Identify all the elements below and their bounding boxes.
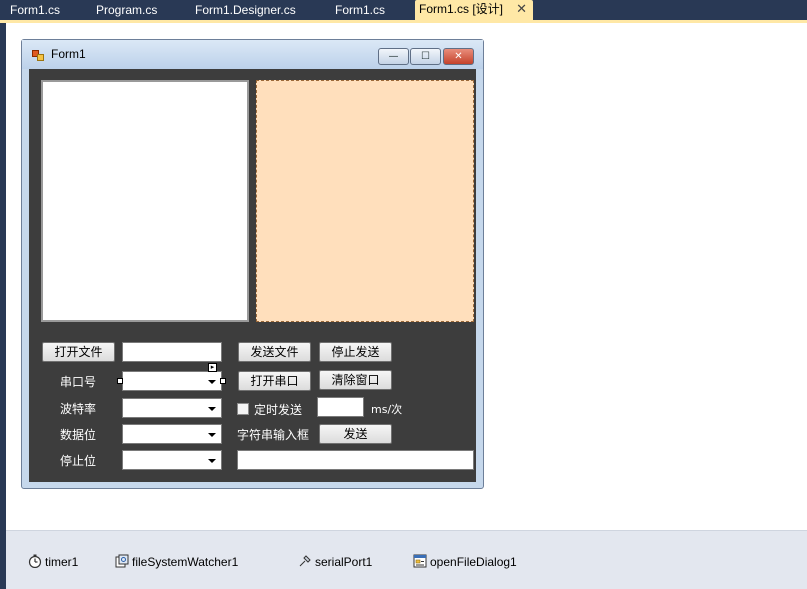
tray-item-serialport[interactable]: serialPort1 xyxy=(298,555,372,571)
openfiledialog-icon xyxy=(413,554,427,568)
tray-item-timer[interactable]: timer1 xyxy=(28,554,79,571)
minimize-button[interactable]: — xyxy=(378,48,409,65)
tray-item-label: openFileDialog1 xyxy=(430,555,517,569)
string-input-label: 字符串输入框 xyxy=(237,428,310,442)
tray-item-openfiledialog[interactable]: openFileDialog1 xyxy=(413,554,517,571)
tray-item-filesystemwatcher[interactable]: fileSystemWatcher1 xyxy=(115,554,239,571)
tab-form1-cs[interactable]: Form1.cs xyxy=(10,1,60,20)
tab-form1-cs-2[interactable]: Form1.cs xyxy=(335,1,385,20)
port-combobox[interactable] xyxy=(122,371,222,391)
selection-handle-left[interactable] xyxy=(117,378,123,384)
close-button[interactable]: ✕ xyxy=(443,48,474,65)
open-port-button[interactable]: 打开串口 xyxy=(238,371,311,391)
form-window[interactable]: Form1 — ☐ ✕ 打开文件 发送文件 停止发送 串口号 ▸ 打开串口 清除… xyxy=(21,39,484,489)
stop-bits-label: 停止位 xyxy=(60,454,97,468)
port-label: 串口号 xyxy=(60,375,97,389)
tab-form1-cs-design-label: Form1.cs [设计] xyxy=(419,2,504,16)
tab-form1-cs-design[interactable]: Form1.cs [设计] ✕ xyxy=(415,0,533,20)
timed-send-label: 定时发送 xyxy=(254,403,303,417)
clear-window-button[interactable]: 清除窗口 xyxy=(319,370,392,390)
chevron-down-icon xyxy=(208,433,216,437)
baud-label: 波特率 xyxy=(60,402,97,416)
component-tray: timer1 fileSystemWatcher1 serialPort1 op… xyxy=(6,530,807,589)
chevron-down-icon xyxy=(208,459,216,463)
form-client-area: 打开文件 发送文件 停止发送 串口号 ▸ 打开串口 清除窗口 波特率 定时发送 … xyxy=(29,69,476,482)
filesystemwatcher-icon xyxy=(115,554,129,568)
timed-send-checkbox[interactable] xyxy=(237,403,249,415)
stop-bits-combobox[interactable] xyxy=(122,450,222,470)
document-tab-strip: Form1.cs Program.cs Form1.Designer.cs Fo… xyxy=(0,0,807,20)
stop-send-button[interactable]: 停止发送 xyxy=(319,342,392,362)
timer-icon xyxy=(28,554,42,568)
tab-program-cs[interactable]: Program.cs xyxy=(96,1,157,20)
tab-form1-designer-cs[interactable]: Form1.Designer.cs xyxy=(195,1,296,20)
form-titlebar[interactable]: Form1 — ☐ ✕ xyxy=(22,40,483,69)
display-panel[interactable] xyxy=(256,80,474,322)
serialport-icon xyxy=(299,555,311,567)
send-file-button[interactable]: 发送文件 xyxy=(238,342,311,362)
string-input-textbox[interactable] xyxy=(237,450,474,470)
form-icon xyxy=(32,50,44,61)
selection-handle-right[interactable] xyxy=(220,378,226,384)
interval-unit-label: ms/次 xyxy=(371,403,403,416)
open-file-button[interactable]: 打开文件 xyxy=(42,342,115,362)
send-button[interactable]: 发送 xyxy=(319,424,392,444)
baud-combobox[interactable] xyxy=(122,398,222,418)
tray-item-label: fileSystemWatcher1 xyxy=(132,555,239,569)
tray-item-label: serialPort1 xyxy=(315,555,373,569)
receive-textbox[interactable] xyxy=(41,80,249,322)
close-tab-icon[interactable]: ✕ xyxy=(516,0,527,18)
data-bits-combobox[interactable] xyxy=(122,424,222,444)
form-title: Form1 xyxy=(51,47,86,61)
chevron-down-icon xyxy=(208,407,216,411)
data-bits-label: 数据位 xyxy=(60,428,97,442)
file-path-textbox[interactable] xyxy=(122,342,222,362)
tray-item-label: timer1 xyxy=(45,555,79,569)
smart-tag-icon[interactable]: ▸ xyxy=(208,363,217,372)
interval-textbox[interactable] xyxy=(317,397,364,417)
chevron-down-icon xyxy=(208,380,216,384)
maximize-button[interactable]: ☐ xyxy=(410,48,441,65)
